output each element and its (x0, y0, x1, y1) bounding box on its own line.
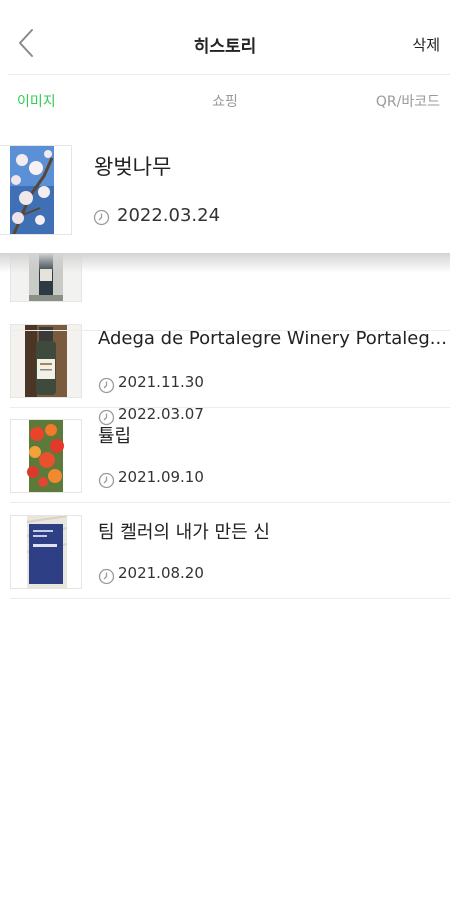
clock-icon (98, 409, 115, 426)
item-date: 2022.03.24 (117, 205, 221, 226)
cherry-blossom-thumbnail (10, 146, 54, 234)
thumbnail (10, 515, 82, 589)
list-item[interactable]: 왕벚나무 2022.03.24 (0, 125, 450, 253)
category-tabs: 이미지 쇼핑 QR/바코드 (0, 75, 450, 125)
clock-icon (98, 377, 115, 394)
item-date: 2021.09.10 (118, 468, 204, 486)
tab-qr-barcode[interactable]: QR/바코드 (376, 91, 440, 111)
tulips-thumbnail (11, 420, 81, 492)
clock-icon (98, 568, 115, 585)
top-bar: 히스토리 삭제 (0, 0, 450, 74)
item-title: 팀 켈러의 내가 만든 신 (98, 522, 270, 543)
item-date: 2021.08.20 (118, 564, 204, 582)
thumbnail (10, 419, 82, 493)
page-title: 히스토리 (193, 37, 257, 57)
item-title: Adega de Portalegre Winery Portaleg... (98, 328, 447, 349)
delete-button[interactable]: 삭제 (412, 34, 440, 55)
item-title: 왕벚나무 (94, 155, 172, 179)
list-item[interactable]: 팀 켈러의 내가 만든 신 2021.08.20 (0, 503, 450, 599)
thumbnail (0, 145, 72, 235)
item-date: 2021.11.30 (118, 373, 204, 391)
item-date: 2022.03.07 (118, 405, 204, 423)
card-shadow (0, 253, 450, 273)
clock-icon (93, 209, 110, 226)
wine-bottle-thumbnail (11, 325, 81, 397)
row-divider (10, 330, 450, 331)
book-cover-thumbnail (11, 516, 81, 588)
clock-icon (98, 472, 115, 489)
row-divider (10, 598, 450, 599)
list-item[interactable]: 튤립 2021.09.10 (0, 408, 450, 503)
thumbnail (10, 324, 82, 398)
